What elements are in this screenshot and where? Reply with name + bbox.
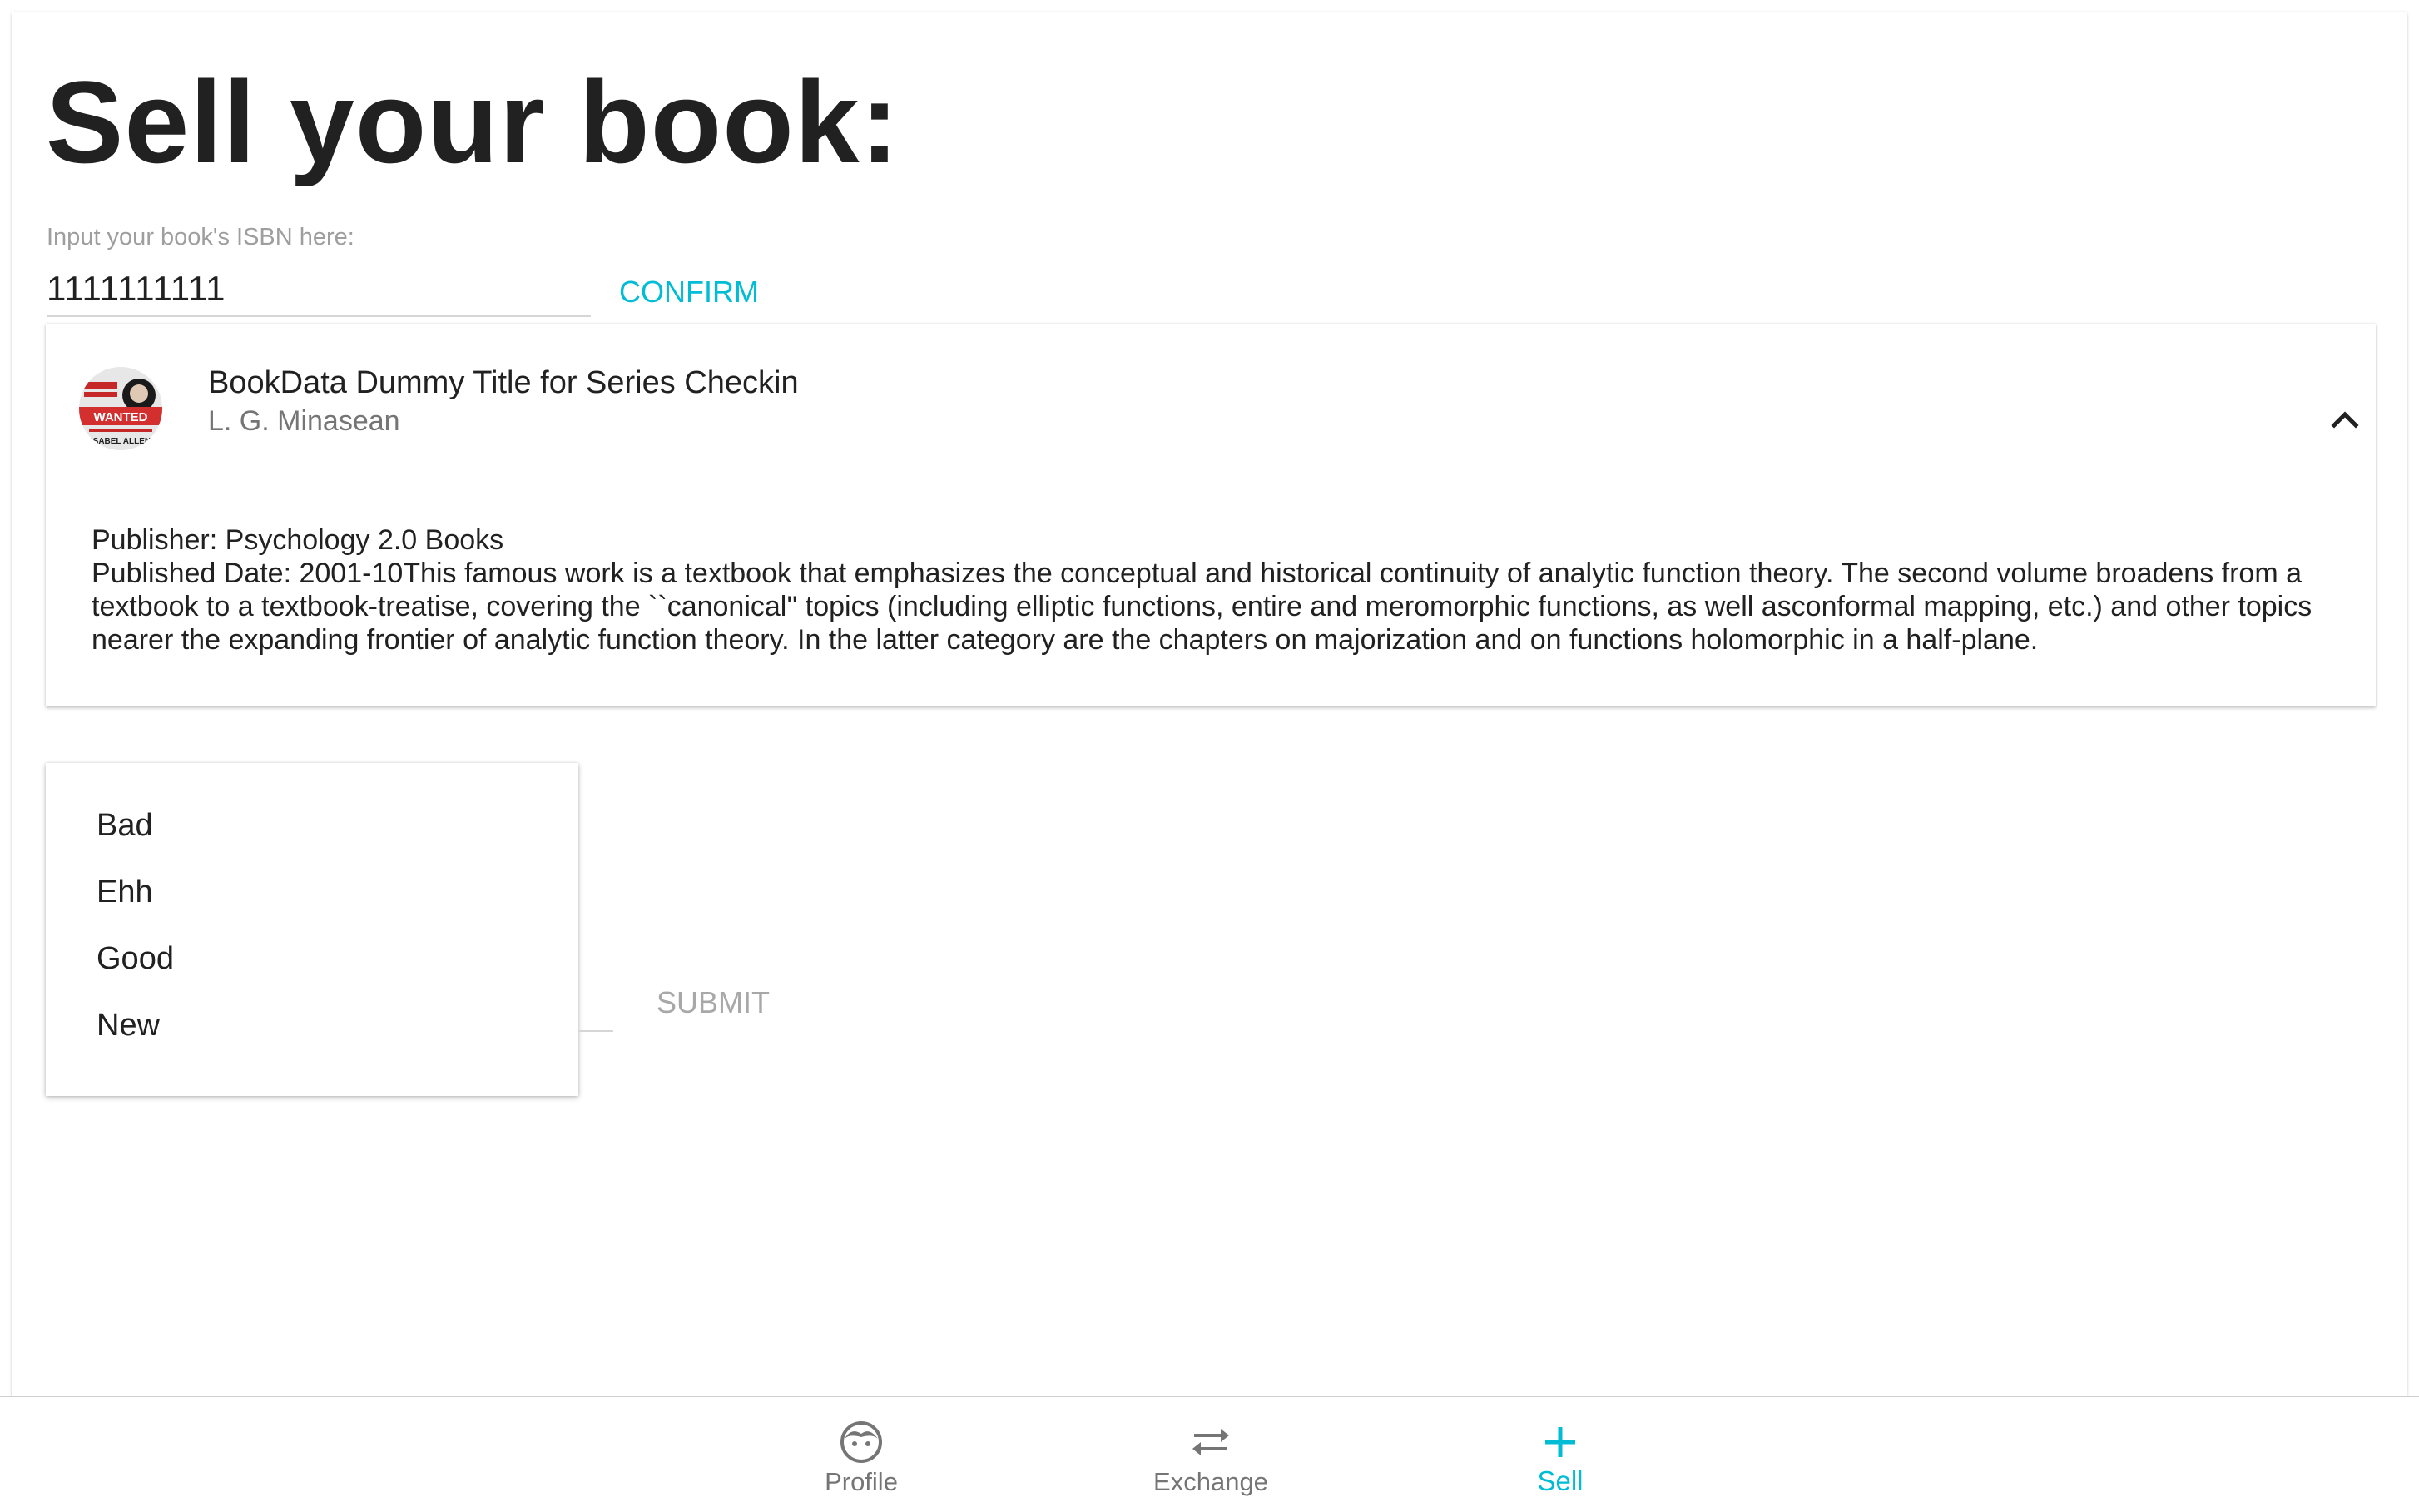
cover-author-text: ISABEL ALLEN — [91, 437, 151, 446]
condition-option-bad[interactable]: Bad — [46, 792, 578, 859]
book-details: Publisher: Psychology 2.0 Books Publishe… — [92, 523, 2355, 657]
isbn-input[interactable] — [47, 262, 591, 317]
condition-select-underline — [578, 1030, 613, 1032]
submit-button[interactable]: SUBMIT — [637, 978, 790, 1028]
chevron-up-icon[interactable] — [2322, 397, 2368, 444]
nav-label-sell: Sell — [1537, 1465, 1584, 1496]
book-publisher: Publisher: Psychology 2.0 Books — [92, 524, 504, 556]
book-card: WANTED ISABEL ALLEN BookData Dummy Title… — [46, 324, 2376, 706]
page-title: Sell your book: — [46, 57, 900, 187]
confirm-button[interactable]: CONFIRM — [599, 267, 779, 317]
plus-icon — [1539, 1420, 1582, 1464]
face-icon — [840, 1420, 883, 1464]
book-cover-thumbnail: WANTED ISABEL ALLEN — [79, 367, 162, 450]
nav-item-exchange[interactable]: Exchange — [1086, 1397, 1336, 1512]
condition-option-new[interactable]: New — [46, 992, 578, 1058]
isbn-label: Input your book's ISBN here: — [47, 224, 354, 250]
condition-option-ehh[interactable]: Ehh — [46, 859, 578, 925]
nav-item-profile[interactable]: Profile — [736, 1397, 986, 1512]
condition-dropdown-menu: Bad Ehh Good New — [46, 763, 578, 1096]
nav-label-exchange: Exchange — [1153, 1467, 1268, 1496]
book-description: Published Date: 2001-10This famous work … — [92, 558, 2312, 656]
book-author: L. G. Minasean — [208, 405, 400, 437]
condition-option-good[interactable]: Good — [46, 925, 578, 992]
cover-wanted-text: WANTED — [94, 410, 148, 424]
bottom-navigation: Profile Exchange Sell — [0, 1396, 2419, 1512]
sell-page: Sell your book: Input your book's ISBN h… — [12, 12, 2407, 1396]
nav-item-sell[interactable]: Sell — [1435, 1397, 1685, 1512]
swap-arrows-icon — [1189, 1420, 1232, 1464]
book-card-header[interactable]: WANTED ISABEL ALLEN BookData Dummy Title… — [46, 324, 2376, 473]
book-title: BookData Dummy Title for Series Checkin — [208, 365, 799, 400]
nav-label-profile: Profile — [825, 1467, 898, 1496]
